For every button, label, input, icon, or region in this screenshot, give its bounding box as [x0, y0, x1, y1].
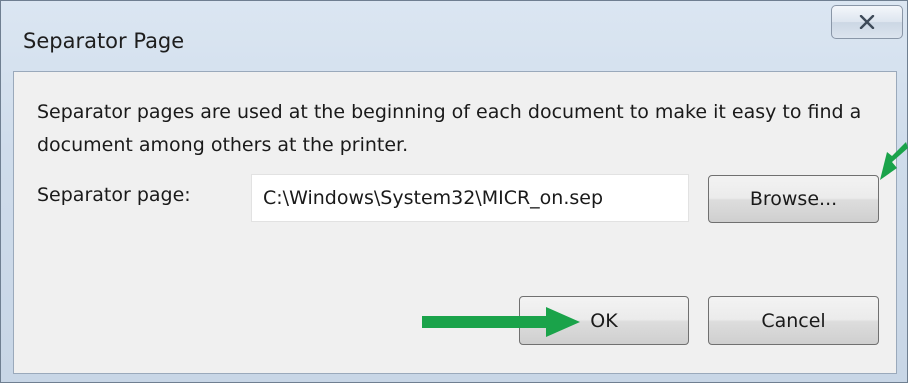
close-icon — [859, 15, 875, 29]
close-button[interactable] — [831, 5, 903, 39]
description-text: Separator pages are used at the beginnin… — [37, 101, 862, 156]
separator-page-dialog: Separator Page Separator pages are used … — [0, 0, 908, 383]
dialog-title: Separator Page — [23, 29, 185, 53]
separator-page-input[interactable] — [251, 174, 689, 222]
browse-button[interactable]: Browse... — [708, 175, 879, 223]
ok-button[interactable]: OK — [519, 296, 689, 345]
separator-page-label: Separator page: — [37, 184, 191, 206]
cancel-button[interactable]: Cancel — [708, 296, 879, 345]
dialog-content: Separator pages are used at the beginnin… — [13, 71, 897, 374]
title-bar: Separator Page — [1, 1, 907, 71]
